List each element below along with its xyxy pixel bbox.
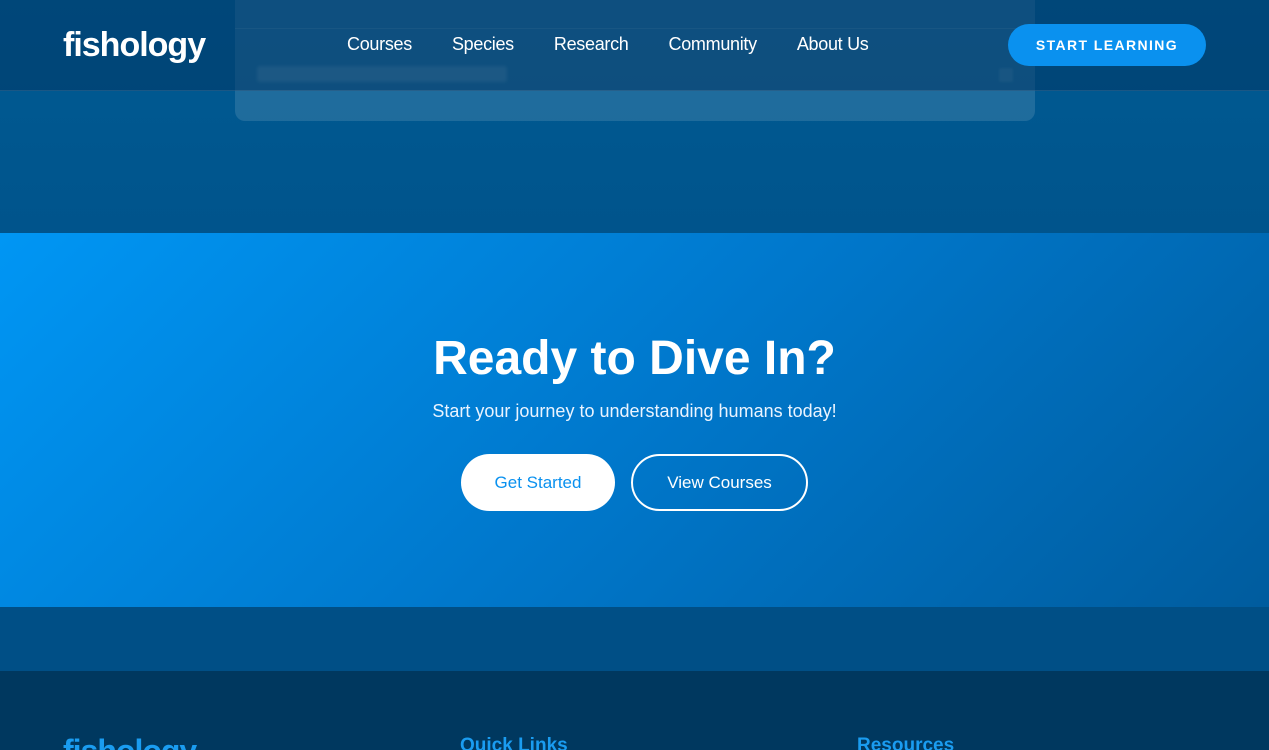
nav-research[interactable]: Research xyxy=(554,34,629,55)
nav-about-us[interactable]: About Us xyxy=(797,34,869,55)
cta-subtitle: Start your journey to understanding huma… xyxy=(432,401,837,421)
get-started-button[interactable]: Get Started xyxy=(461,454,615,511)
cta-title: Ready to Dive In? xyxy=(433,332,836,385)
section-spacer xyxy=(0,607,1269,671)
footer-heading-quick-links: Quick Links xyxy=(460,735,568,750)
view-courses-button[interactable]: View Courses xyxy=(631,454,808,511)
start-learning-button[interactable]: START LEARNING xyxy=(1008,24,1206,66)
main-nav: Courses Species Research Community About… xyxy=(347,34,869,55)
cta-section: Ready to Dive In? Start your journey to … xyxy=(0,233,1269,607)
nav-species[interactable]: Species xyxy=(452,34,514,55)
site-footer: fishology Quick Links Resources xyxy=(0,671,1269,750)
site-header: fishology Courses Species Research Commu… xyxy=(0,0,1269,91)
footer-logo[interactable]: fishology xyxy=(63,733,197,750)
footer-heading-resources: Resources xyxy=(857,735,955,750)
nav-courses[interactable]: Courses xyxy=(347,34,412,55)
site-logo[interactable]: fishology xyxy=(63,26,206,65)
nav-community[interactable]: Community xyxy=(669,34,758,55)
